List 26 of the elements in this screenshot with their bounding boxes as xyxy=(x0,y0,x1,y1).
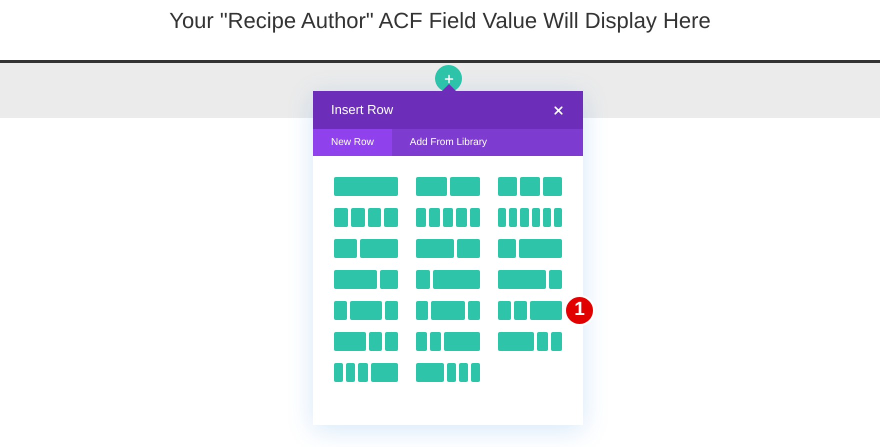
row-layout-option[interactable] xyxy=(334,270,398,289)
row-layout-option[interactable] xyxy=(416,239,480,258)
row-layout-option[interactable] xyxy=(334,363,398,382)
row-layout-option[interactable] xyxy=(334,332,398,351)
row-layout-option[interactable] xyxy=(498,332,562,351)
row-layout-option[interactable] xyxy=(498,301,562,320)
row-layout-option[interactable] xyxy=(498,177,562,196)
dialog-title: Insert Row xyxy=(331,101,394,120)
row-layout-option[interactable] xyxy=(334,208,398,227)
tab[interactable]: New Row xyxy=(313,129,392,156)
row-layout-option[interactable] xyxy=(416,301,480,320)
row-layout-option[interactable] xyxy=(498,208,562,227)
row-layout-option[interactable] xyxy=(334,239,398,258)
row-layout-option[interactable] xyxy=(498,239,562,258)
row-layout-option[interactable] xyxy=(416,270,480,289)
step-number-badge: 1 xyxy=(564,295,595,326)
page-heading: Your "Recipe Author" ACF Field Value Will Display Here xyxy=(169,6,711,35)
row-layout-option[interactable] xyxy=(416,177,480,196)
row-layout-option[interactable] xyxy=(498,270,562,289)
row-layout-option[interactable] xyxy=(416,208,480,227)
row-layout-option[interactable] xyxy=(334,301,398,320)
row-layout-option[interactable] xyxy=(416,363,480,382)
tab[interactable]: Add From Library xyxy=(392,129,506,156)
row-layout-option[interactable] xyxy=(416,332,480,351)
close-button[interactable] xyxy=(552,104,565,116)
plus-icon xyxy=(442,72,454,84)
